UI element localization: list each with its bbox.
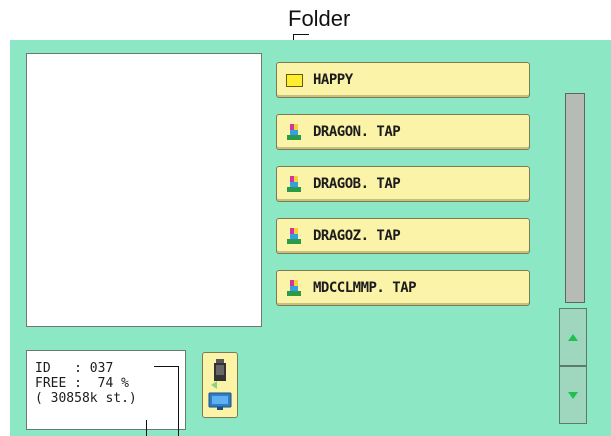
main-panel: HAPPY DRAGON. TAP DRAGOB. TAP DRAGOZ. TA… bbox=[10, 40, 611, 436]
file-button-label: DRAGOB. TAP bbox=[313, 176, 401, 192]
memory-free-line: FREE : 74 % bbox=[35, 376, 129, 391]
id-annotation-stem bbox=[178, 366, 179, 436]
tap-file-icon bbox=[285, 227, 303, 245]
media-switch-button[interactable] bbox=[202, 352, 238, 418]
memory-id-line: ID : 037 bbox=[35, 361, 114, 376]
memory-stitches-line: ( 30858k st.) bbox=[35, 391, 137, 406]
file-button-mdcclmmp[interactable]: MDCCLMMP. TAP bbox=[276, 270, 530, 306]
id-annotation-line bbox=[154, 366, 178, 367]
file-button-label: DRAGON. TAP bbox=[313, 124, 401, 140]
usb-to-machine-icon bbox=[208, 359, 232, 410]
tap-file-icon bbox=[285, 123, 303, 141]
file-button-happy[interactable]: HAPPY bbox=[276, 62, 530, 98]
file-button-dragoz[interactable]: DRAGOZ. TAP bbox=[276, 218, 530, 254]
scroll-down-button[interactable] bbox=[559, 366, 587, 424]
scrollbar-track[interactable] bbox=[565, 93, 585, 303]
tap-file-icon bbox=[285, 279, 303, 297]
tap-file-icon bbox=[285, 175, 303, 193]
file-button-label: DRAGOZ. TAP bbox=[313, 228, 401, 244]
arrow-up-icon bbox=[568, 333, 578, 341]
scroll-up-button[interactable] bbox=[559, 308, 587, 366]
file-button-label: HAPPY bbox=[313, 72, 353, 88]
folder-annotation-tick bbox=[293, 34, 309, 35]
file-button-label: MDCCLMMP. TAP bbox=[313, 280, 417, 296]
stitch-annotation-stem bbox=[146, 420, 147, 436]
folder-annotation-label: Folder bbox=[288, 6, 351, 31]
arrow-down-icon bbox=[568, 391, 578, 399]
file-button-dragob[interactable]: DRAGOB. TAP bbox=[276, 166, 530, 202]
file-button-dragon[interactable]: DRAGON. TAP bbox=[276, 114, 530, 150]
folder-icon bbox=[285, 71, 303, 89]
preview-area bbox=[26, 53, 262, 327]
memory-info-box: ID : 037 FREE : 74 % ( 30858k st.) bbox=[26, 350, 186, 430]
